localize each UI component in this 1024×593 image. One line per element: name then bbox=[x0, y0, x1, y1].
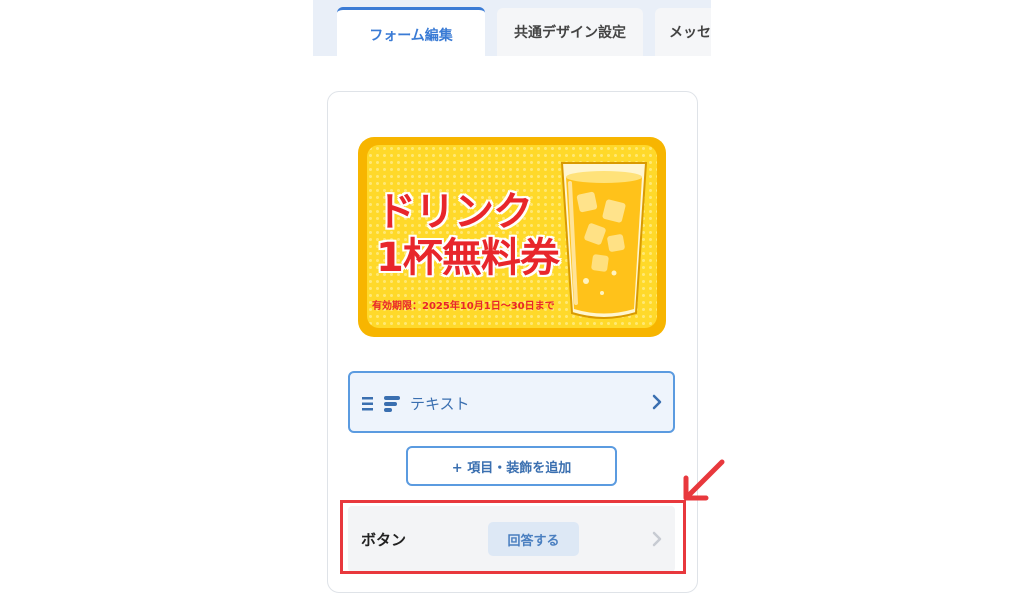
add-item-button[interactable]: + 項目・装飾を追加 bbox=[406, 446, 617, 486]
drink-glass-icon bbox=[560, 162, 648, 319]
coupon-image[interactable]: ドリンク 1杯無料券 有効期限：2025年10月1日〜30日まで bbox=[358, 137, 666, 337]
text-item-label: テキスト bbox=[410, 395, 470, 413]
text-item-row[interactable]: テキスト bbox=[348, 371, 675, 433]
coupon-validity: 有効期限：2025年10月1日〜30日まで bbox=[372, 301, 555, 312]
chevron-right-icon bbox=[652, 394, 662, 410]
highlight-box bbox=[340, 500, 686, 574]
tab-message[interactable]: メッセ bbox=[655, 8, 711, 56]
add-item-label: + 項目・装飾を追加 bbox=[451, 460, 572, 476]
coupon-title-line1: ドリンク bbox=[376, 189, 533, 235]
text-block-icon bbox=[362, 396, 400, 412]
coupon-title: ドリンク 1杯無料券 bbox=[376, 189, 560, 281]
tab-bar: フォーム編集 共通デザイン設定 メッセ bbox=[313, 0, 711, 56]
coupon-title-line2: 1杯無料券 bbox=[376, 235, 560, 281]
arrow-icon bbox=[683, 459, 725, 501]
tab-common-design[interactable]: 共通デザイン設定 bbox=[497, 8, 643, 56]
tab-form-edit[interactable]: フォーム編集 bbox=[337, 7, 485, 56]
